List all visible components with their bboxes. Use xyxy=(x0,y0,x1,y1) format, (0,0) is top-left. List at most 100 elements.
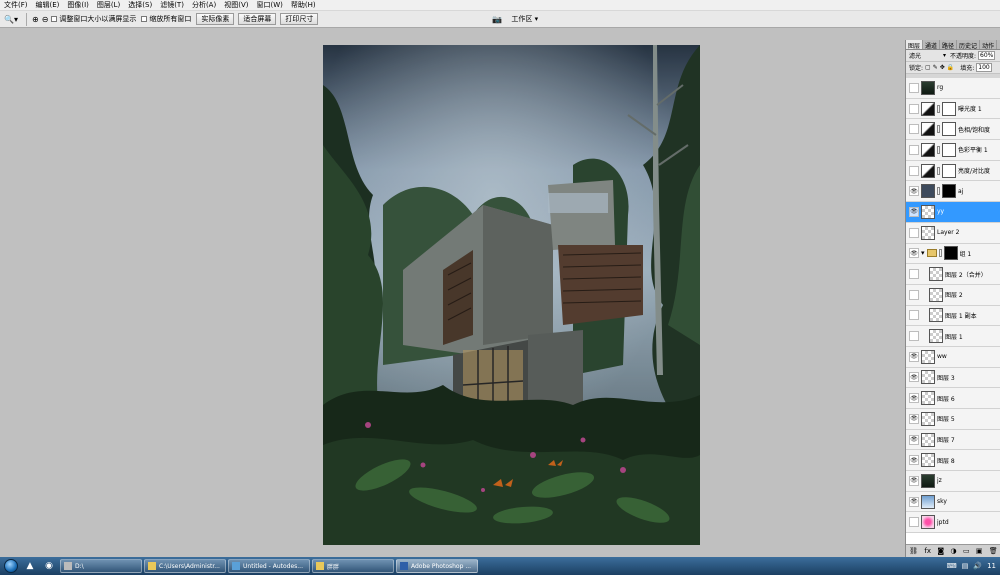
panel-tab[interactable]: 路径 xyxy=(940,40,958,50)
link-icon[interactable] xyxy=(938,249,942,258)
visibility-toggle[interactable] xyxy=(909,144,919,155)
zoom-all-checkbox[interactable]: 缩放所有窗口 xyxy=(141,14,191,24)
layer-mask-thumbnail[interactable] xyxy=(943,246,958,261)
volume-icon[interactable]: 🔊 xyxy=(973,562,982,570)
eye-icon[interactable]: 👁 xyxy=(909,372,919,383)
actual-pixels-button[interactable]: 实际像素 xyxy=(196,13,235,25)
layer-row[interactable]: 👁 sky xyxy=(906,491,1000,513)
lock-brush-icon[interactable]: ✎ xyxy=(933,64,938,71)
visibility-toggle[interactable] xyxy=(909,289,919,300)
expand-arrow-icon[interactable]: ▾ xyxy=(921,249,925,257)
menu-item[interactable]: 图层(L) xyxy=(93,0,124,10)
lock-move-icon[interactable]: ✥ xyxy=(940,64,945,71)
panel-tab[interactable]: 动作 xyxy=(980,40,998,50)
trash-icon[interactable]: 🗑 xyxy=(989,547,998,555)
eye-icon[interactable]: 👁 xyxy=(909,496,919,507)
layer-row[interactable]: rg xyxy=(906,78,1000,99)
layer-row[interactable]: 色相/饱和度 xyxy=(906,119,1000,141)
menu-item[interactable]: 帮助(H) xyxy=(287,0,320,10)
menu-item[interactable]: 窗口(W) xyxy=(252,0,286,10)
visibility-toggle[interactable] xyxy=(909,103,919,114)
eye-icon[interactable]: 👁 xyxy=(909,248,919,259)
new-layer-icon[interactable]: ▣ xyxy=(976,547,983,555)
browser-icon[interactable]: ◉ xyxy=(41,559,57,573)
menu-item[interactable]: 分析(A) xyxy=(188,0,220,10)
layer-row[interactable]: 👁 图层 7 xyxy=(906,429,1000,451)
panel-tab[interactable]: 通道 xyxy=(923,40,941,50)
visibility-toggle[interactable] xyxy=(909,269,919,280)
print-size-button[interactable]: 打印尺寸 xyxy=(280,13,319,25)
opacity-input[interactable]: 60% xyxy=(978,51,996,60)
layer-row[interactable]: 👁 图层 5 xyxy=(906,409,1000,430)
layer-mask-thumbnail[interactable] xyxy=(942,163,956,178)
layer-row[interactable]: 👁 yy xyxy=(906,202,1000,223)
layer-mask-thumbnail[interactable] xyxy=(942,142,956,157)
fx-icon[interactable]: fx xyxy=(924,547,931,555)
eye-icon[interactable]: 👁 xyxy=(909,413,919,424)
eye-icon[interactable]: 👁 xyxy=(909,475,919,486)
keyboard-icon[interactable]: ⌨ xyxy=(947,562,957,570)
layer-row[interactable]: 图层 2（合并） xyxy=(906,264,1000,285)
layer-row[interactable]: 图层 1 副本 xyxy=(906,305,1000,327)
taskbar-button[interactable]: D:\ xyxy=(60,559,142,573)
layer-row[interactable]: 图层 2 xyxy=(906,284,1000,306)
eye-icon[interactable]: 👁 xyxy=(909,351,919,362)
checkbox-box[interactable] xyxy=(51,16,58,22)
layer-mask-thumbnail[interactable] xyxy=(942,122,956,137)
visibility-toggle[interactable] xyxy=(909,310,919,321)
document-canvas[interactable] xyxy=(323,45,700,545)
mask-icon[interactable]: ◙ xyxy=(937,547,944,555)
chevron-down-icon[interactable]: ▾ xyxy=(943,52,946,59)
network-icon[interactable]: ▤ xyxy=(962,562,969,570)
layer-row[interactable]: 👁 aj xyxy=(906,181,1000,203)
link-icon[interactable] xyxy=(937,104,940,113)
layer-row[interactable]: 图层 1 xyxy=(906,326,1000,347)
checkbox-box[interactable] xyxy=(141,16,148,22)
lock-transparent-icon[interactable]: ▢ xyxy=(925,64,931,71)
adjustment-icon[interactable]: ◑ xyxy=(951,547,957,555)
zoom-in-icon[interactable]: ⊕ xyxy=(32,15,39,24)
layer-row[interactable]: jptd xyxy=(906,512,1000,534)
lock-icon[interactable]: 🔒 xyxy=(947,64,954,71)
visibility-toggle[interactable] xyxy=(909,517,919,528)
eye-icon[interactable]: 👁 xyxy=(909,206,919,217)
visibility-toggle[interactable] xyxy=(909,331,919,342)
workspace-menu[interactable]: 工作区 ▾ xyxy=(511,14,538,24)
taskbar-button[interactable]: Untitled - Autodes... xyxy=(228,559,310,573)
layer-row[interactable]: 👁 ww xyxy=(906,346,1000,368)
acrobat-icon[interactable]: ▲ xyxy=(22,559,38,573)
layer-row[interactable]: 👁 ▾ 组 1 xyxy=(906,243,1000,265)
menu-item[interactable]: 编辑(E) xyxy=(32,0,64,10)
link-icon[interactable] xyxy=(937,125,940,134)
layer-row[interactable]: 👁 jz xyxy=(906,471,1000,492)
layer-row[interactable]: 亮度/对比度 xyxy=(906,160,1000,182)
layer-row[interactable]: Layer 2 xyxy=(906,222,1000,244)
camera-icon[interactable]: 📷 xyxy=(492,15,502,24)
menu-item[interactable]: 文件(F) xyxy=(0,0,32,10)
link-icon[interactable] xyxy=(937,187,940,196)
eye-icon[interactable]: 👁 xyxy=(909,434,919,445)
clock[interactable]: 11 xyxy=(987,562,996,570)
visibility-toggle[interactable] xyxy=(909,165,919,176)
layer-row[interactable]: 👁 图层 8 xyxy=(906,450,1000,472)
fill-input[interactable]: 100 xyxy=(976,63,992,72)
start-button[interactable] xyxy=(0,557,22,575)
layer-mask-thumbnail[interactable] xyxy=(942,101,956,116)
fit-screen-button[interactable]: 适合屏幕 xyxy=(238,13,277,25)
menu-item[interactable]: 滤镜(T) xyxy=(156,0,188,10)
link-icon[interactable] xyxy=(937,145,940,154)
visibility-toggle[interactable] xyxy=(909,227,919,238)
panel-tab[interactable]: 历史记 xyxy=(957,40,981,50)
eye-icon[interactable]: 👁 xyxy=(909,455,919,466)
menu-item[interactable]: 图像(I) xyxy=(63,0,93,10)
menu-item[interactable]: 选择(S) xyxy=(124,0,156,10)
panel-tab[interactable]: 图层 xyxy=(906,40,924,50)
taskbar-button[interactable]: C:\Users\Administr... xyxy=(144,559,226,573)
visibility-toggle[interactable] xyxy=(909,82,919,93)
folder-icon[interactable]: ▭ xyxy=(963,547,970,555)
zoom-tool-icon[interactable]: 🔍▾ xyxy=(4,15,18,24)
taskbar-button[interactable]: Adobe Photoshop ... xyxy=(396,559,478,573)
layer-mask-thumbnail[interactable] xyxy=(942,184,956,199)
blend-mode-select[interactable]: 滤光 xyxy=(909,51,943,60)
link-icon[interactable]: ⛓ xyxy=(909,547,918,555)
